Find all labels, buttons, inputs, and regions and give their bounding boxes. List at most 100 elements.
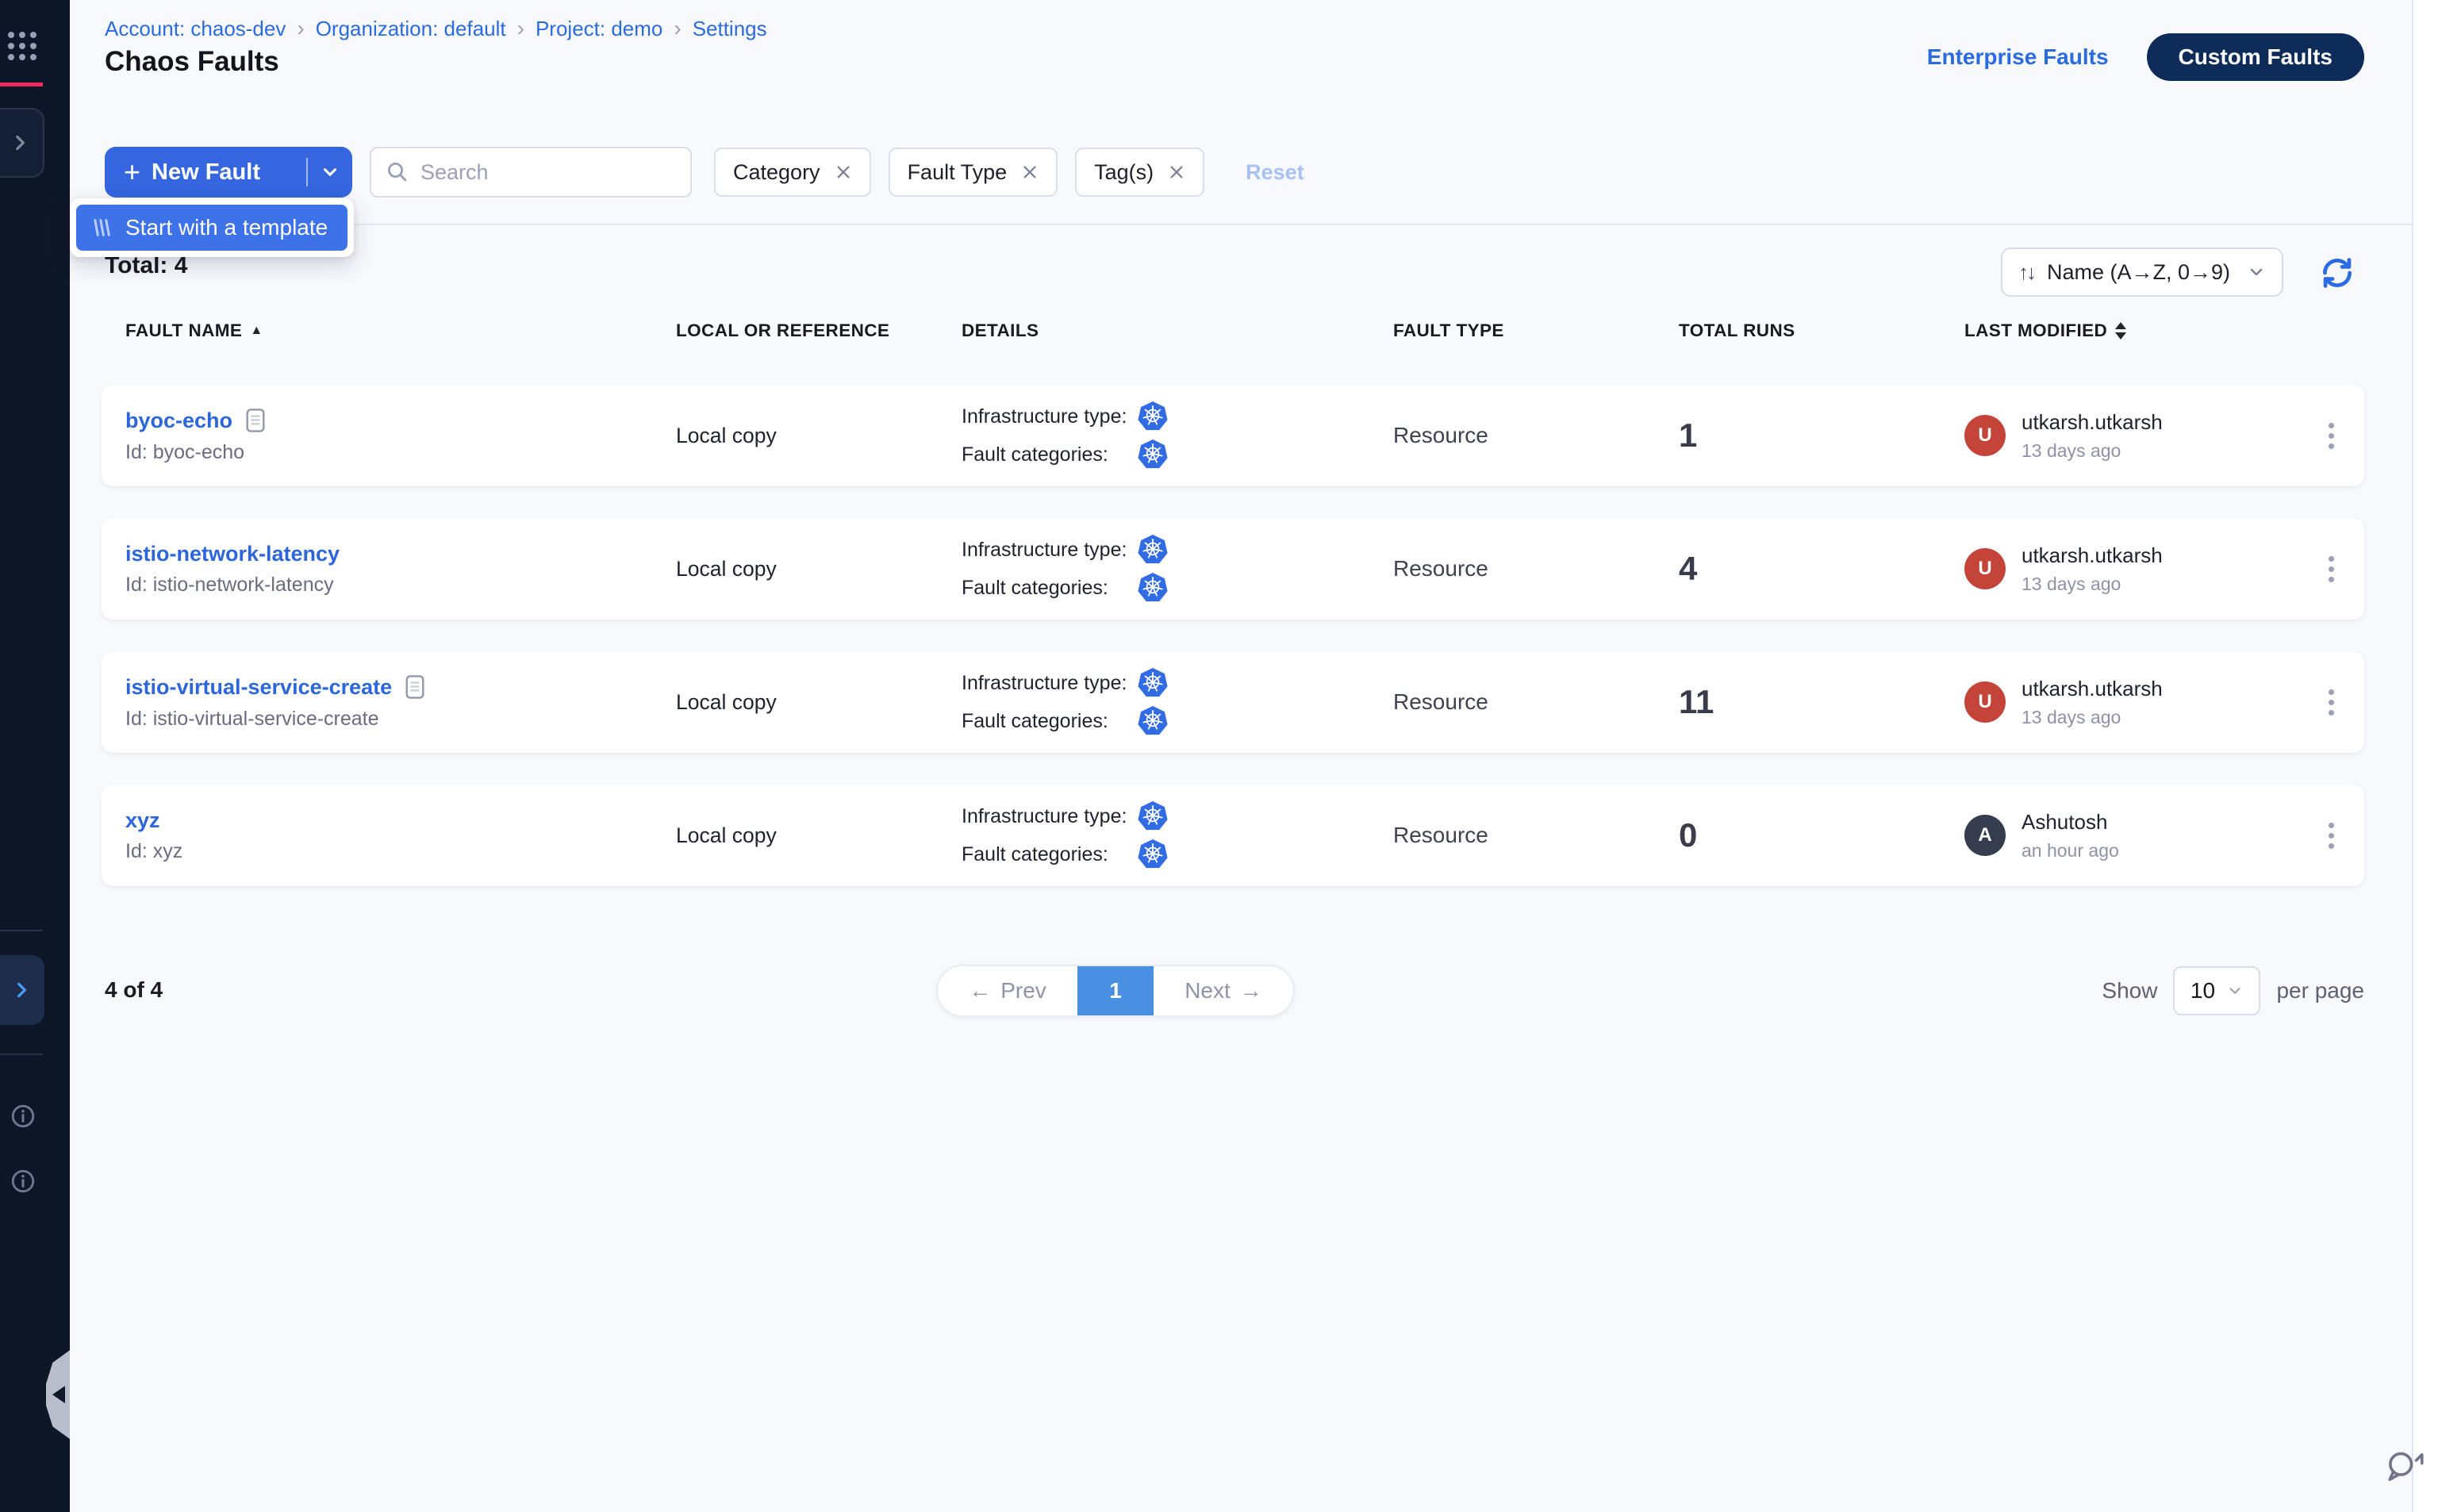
fault-categories-label: Fault categories: <box>962 843 1138 866</box>
fault-name-link[interactable]: istio-network-latency <box>125 542 340 566</box>
kebab-menu-icon[interactable] <box>2322 683 2340 722</box>
table-row: istio-network-latency Id: istio-network-… <box>102 518 2364 620</box>
kebab-menu-icon[interactable] <box>2322 816 2340 855</box>
kubernetes-icon <box>1138 535 1168 565</box>
new-fault-dropdown-toggle[interactable] <box>308 147 352 198</box>
fault-name-link[interactable]: xyz <box>125 808 160 833</box>
menu-item-start-with-template[interactable]: Start with a template <box>76 205 347 251</box>
plus-icon: + <box>124 158 140 186</box>
kubernetes-icon <box>1138 706 1168 736</box>
local-or-reference: Local copy <box>676 690 962 715</box>
breadcrumb-project-link[interactable]: Project: demo <box>536 17 662 41</box>
table-row: xyz Id: xyz Local copy Infrastructure ty… <box>102 785 2364 886</box>
info-icon[interactable] <box>10 1103 36 1130</box>
filter-chip-fault-type[interactable]: Fault Type <box>889 148 1058 197</box>
app-grid-icon[interactable] <box>8 32 36 60</box>
sidebar-accent-bar <box>0 83 43 86</box>
chevron-down-icon <box>320 162 340 182</box>
kebab-menu-icon[interactable] <box>2322 550 2340 589</box>
chevron-down-icon <box>2226 982 2244 1000</box>
breadcrumb-separator: › <box>517 16 524 41</box>
fault-id: Id: istio-virtual-service-create <box>125 708 676 731</box>
column-fault-type: FAULT TYPE <box>1393 320 1679 341</box>
total-runs: 0 <box>1679 816 1964 854</box>
avatar: U <box>1964 415 2006 456</box>
avatar: A <box>1964 815 2006 856</box>
modified-time: an hour ago <box>2022 840 2119 862</box>
search-input[interactable] <box>420 160 676 185</box>
sidebar-nav-expand-tile[interactable] <box>0 955 44 1025</box>
arrow-right-icon: → <box>1240 978 1262 1004</box>
breadcrumb-separator: › <box>674 16 681 41</box>
fault-type: Resource <box>1393 556 1679 581</box>
fault-id: Id: byoc-echo <box>125 441 676 464</box>
refresh-icon <box>2317 252 2358 294</box>
modified-by: Ashutosh <box>2022 810 2119 835</box>
fault-id: Id: istio-network-latency <box>125 574 676 597</box>
refresh-button[interactable] <box>2317 252 2358 294</box>
column-local-or-reference: LOCAL OR REFERENCE <box>676 320 962 341</box>
main-content: Account: chaos-dev › Organization: defau… <box>70 0 2412 1512</box>
sort-arrows-icon: ↑↓ <box>2018 260 2034 285</box>
filter-chip-tags[interactable]: Tag(s) <box>1075 148 1204 197</box>
search-box <box>370 147 692 198</box>
infra-type-label: Infrastructure type: <box>962 539 1138 562</box>
kubernetes-icon <box>1138 573 1168 603</box>
modified-by: utkarsh.utkarsh <box>2022 410 2163 435</box>
description-icon <box>405 673 425 700</box>
kubernetes-icon <box>1138 801 1168 831</box>
pagination: ← Prev 1 Next → <box>936 965 1295 1017</box>
chevron-right-icon <box>11 980 32 1000</box>
template-icon <box>90 217 113 239</box>
prev-page-button[interactable]: ← Prev <box>938 966 1077 1015</box>
fault-name-link[interactable]: istio-virtual-service-create <box>125 675 392 700</box>
fault-categories-label: Fault categories: <box>962 577 1138 600</box>
fault-categories-label: Fault categories: <box>962 710 1138 733</box>
local-or-reference: Local copy <box>676 424 962 448</box>
chat-bubble-icon[interactable] <box>2382 1447 2428 1502</box>
filter-chip-category[interactable]: Category <box>714 148 871 197</box>
new-fault-button[interactable]: + New Fault <box>105 147 352 198</box>
breadcrumb-account-link[interactable]: Account: chaos-dev <box>105 17 286 41</box>
sort-select[interactable]: ↑↓ Name (A→Z, 0→9) <box>2001 248 2283 297</box>
close-icon[interactable] <box>835 163 852 181</box>
reset-filters-button[interactable]: Reset <box>1246 160 1304 185</box>
page-size-select[interactable]: 10 <box>2173 966 2260 1015</box>
infra-type-label: Infrastructure type: <box>962 672 1138 695</box>
sidebar-expand-tile[interactable] <box>0 108 44 178</box>
column-fault-name[interactable]: FAULT NAME ▲ <box>125 320 676 341</box>
fault-name-link[interactable]: byoc-echo <box>125 409 232 433</box>
chevron-down-icon <box>2247 263 2266 282</box>
kubernetes-icon <box>1138 839 1168 869</box>
modified-by: utkarsh.utkarsh <box>2022 677 2163 701</box>
info-icon[interactable] <box>10 1168 36 1195</box>
fault-type: Resource <box>1393 423 1679 448</box>
modified-time: 13 days ago <box>2022 707 2163 728</box>
breadcrumb-separator: › <box>297 16 304 41</box>
page-number-button[interactable]: 1 <box>1077 966 1154 1015</box>
next-page-button[interactable]: Next → <box>1154 966 1293 1015</box>
breadcrumb-settings-link[interactable]: Settings <box>693 17 767 41</box>
chip-label: Category <box>733 160 820 185</box>
sidebar-divider <box>0 1053 43 1055</box>
kebab-menu-icon[interactable] <box>2322 416 2340 455</box>
total-runs: 1 <box>1679 416 1964 455</box>
column-details: DETAILS <box>962 320 1393 341</box>
avatar: U <box>1964 548 2006 589</box>
new-fault-dropdown-menu: Start with a template <box>70 198 354 257</box>
infra-type-label: Infrastructure type: <box>962 805 1138 828</box>
close-icon[interactable] <box>1021 163 1039 181</box>
local-or-reference: Local copy <box>676 823 962 848</box>
local-or-reference: Local copy <box>676 557 962 581</box>
column-last-modified[interactable]: LAST MODIFIED <box>1964 320 2293 341</box>
search-icon <box>386 160 409 184</box>
breadcrumb-organization-link[interactable]: Organization: default <box>316 17 506 41</box>
column-total-runs: TOTAL RUNS <box>1679 320 1964 341</box>
close-icon[interactable] <box>1168 163 1185 181</box>
toolbar: + New Fault Category <box>70 121 2412 225</box>
fault-id: Id: xyz <box>125 840 676 863</box>
fault-type: Resource <box>1393 823 1679 848</box>
enterprise-faults-link[interactable]: Enterprise Faults <box>1927 44 2109 70</box>
custom-faults-button[interactable]: Custom Faults <box>2147 33 2364 81</box>
new-fault-label: New Fault <box>152 159 260 186</box>
